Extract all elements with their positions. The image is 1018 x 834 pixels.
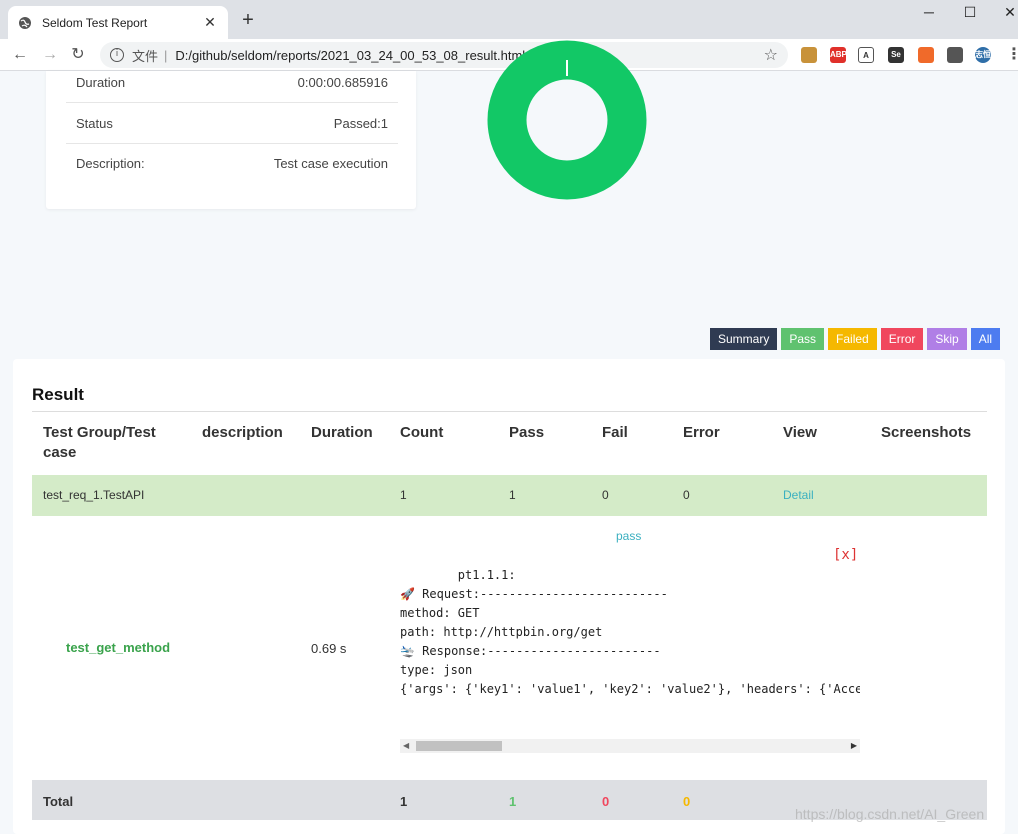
translate-icon[interactable]: A (858, 47, 874, 63)
test-log-output: pt1.1.1: 🚀 Request:---------------------… (400, 568, 860, 696)
detail-link[interactable]: Detail (783, 488, 814, 502)
filter-error-button[interactable]: Error (880, 328, 924, 350)
log-horizontal-scrollbar[interactable]: ◀ ▶ (400, 739, 860, 753)
header-fail: Fail (602, 424, 628, 441)
total-fail: 0 (602, 794, 610, 809)
donut-pass-slice (487, 40, 647, 200)
maximize-icon[interactable]: ☐ (955, 2, 985, 22)
filter-button-group: Summary Pass Failed Error Skip All (706, 328, 1001, 350)
result-title: Result (32, 385, 84, 404)
info-icon[interactable]: i (110, 48, 124, 62)
group-error: 0 (683, 488, 690, 502)
status-value: Passed:1 (333, 115, 388, 131)
menu-kebab-icon[interactable]: ⋮ (1004, 45, 1018, 65)
status-label: Status (76, 115, 113, 131)
group-name: test_req_1.TestAPI (43, 488, 145, 502)
duration-row: Duration 0:00:00.685916 (66, 62, 398, 103)
window-close-icon[interactable]: ✕ (995, 2, 1018, 22)
puzzle-icon[interactable] (947, 47, 963, 63)
address-separator: | (164, 47, 168, 63)
header-view: View (783, 424, 817, 441)
target-icon[interactable] (918, 47, 934, 63)
header-count: Count (400, 424, 444, 441)
selenium-icon[interactable]: Se (888, 47, 904, 63)
url-text[interactable]: D:/github/seldom/reports/2021_03_24_00_5… (175, 48, 763, 63)
globe-icon (18, 16, 32, 30)
result-divider (32, 411, 987, 412)
pass-donut-chart (487, 40, 647, 200)
total-label: Total (43, 794, 74, 809)
scroll-right-arrow-icon[interactable]: ▶ (851, 739, 857, 753)
close-log-button[interactable]: [x] (833, 547, 858, 563)
watermark-text: https://blog.csdn.net/AI_Green (795, 806, 985, 822)
header-description: description (202, 424, 283, 441)
table-row-group: test_req_1.TestAPI 1 1 0 0 Detail (32, 475, 987, 516)
browser-tab[interactable]: Seldom Test Report ✕ (8, 6, 228, 39)
duration-label: Duration (76, 74, 126, 90)
test-case-name: test_get_method (66, 640, 171, 655)
tab-title: Seldom Test Report (42, 15, 148, 30)
filter-all-button[interactable]: All (970, 328, 1001, 350)
total-error: 0 (683, 794, 691, 809)
header-screenshots: Screenshots (881, 424, 972, 441)
duration-value: 0:00:00.685916 (297, 74, 388, 90)
total-pass: 1 (509, 794, 517, 809)
group-pass: 1 (509, 488, 516, 502)
browser-tab-bar: Seldom Test Report ✕ + ─ ☐ ✕ (0, 0, 1018, 39)
group-count: 1 (400, 488, 407, 502)
filter-summary-button[interactable]: Summary (710, 328, 778, 350)
total-count: 1 (400, 794, 408, 809)
header-test-group: Test Group/Test case (43, 424, 156, 461)
avatar-icon[interactable]: 志恒 (975, 47, 991, 63)
summary-card: Duration 0:00:00.685916 Status Passed:1 … (46, 71, 416, 209)
status-row: Status Passed:1 (66, 103, 398, 144)
description-label: Description: (76, 156, 145, 171)
group-fail: 0 (602, 488, 609, 502)
result-card: Result Test Group/Test case description … (13, 359, 1005, 834)
filter-skip-button[interactable]: Skip (927, 328, 967, 350)
test-case-duration: 0.69 s (311, 641, 347, 656)
new-tab-button[interactable]: + (238, 10, 258, 30)
header-duration: Duration (311, 424, 373, 441)
pass-status-link[interactable]: pass (616, 529, 641, 543)
header-pass: Pass (509, 424, 545, 441)
description-row: Description: Test case execution (66, 143, 398, 184)
forward-arrow-icon[interactable]: → (40, 45, 60, 65)
scroll-left-arrow-icon[interactable]: ◀ (403, 739, 409, 753)
tab-close-icon[interactable]: ✕ (202, 14, 218, 31)
scrollbar-thumb[interactable] (416, 741, 502, 751)
cookie-icon[interactable] (801, 47, 817, 63)
header-error: Error (683, 424, 720, 441)
filter-failed-button[interactable]: Failed (828, 328, 877, 350)
adblock-icon[interactable]: ABP (830, 47, 847, 63)
bookmark-star-icon[interactable]: ☆ (764, 45, 778, 65)
description-value: Test case execution (273, 156, 388, 171)
back-arrow-icon[interactable]: ← (10, 45, 30, 65)
filter-pass-button[interactable]: Pass (781, 328, 825, 350)
minimize-icon[interactable]: ─ (914, 2, 944, 22)
